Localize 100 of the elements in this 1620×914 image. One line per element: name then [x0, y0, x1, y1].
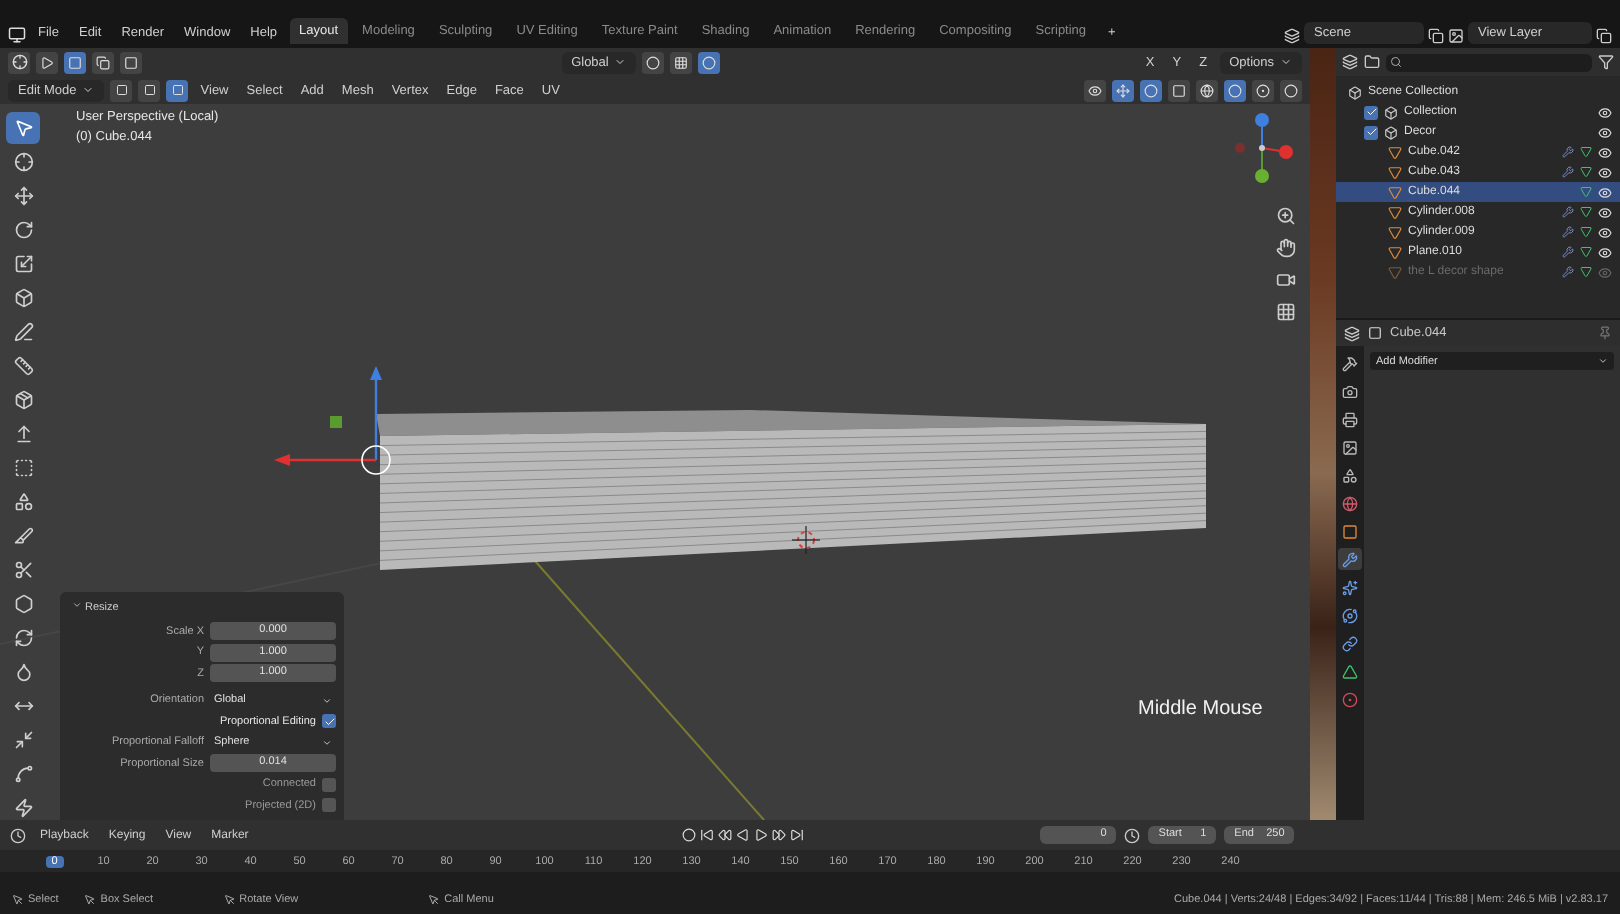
properties-tab[interactable] — [1338, 492, 1362, 514]
search-icon — [1390, 56, 1402, 68]
copy-icon[interactable] — [1428, 28, 1444, 44]
spin-icon — [13, 628, 33, 648]
caret-icon — [322, 695, 332, 705]
jump-end-icon[interactable] — [790, 828, 805, 842]
visibility-icon[interactable] — [1084, 79, 1106, 101]
next-key-icon[interactable] — [772, 828, 787, 842]
vertex-mode-icon[interactable] — [110, 79, 133, 101]
edge-mode-icon[interactable] — [138, 79, 161, 101]
checkbox[interactable] — [322, 798, 336, 812]
link-icon — [1342, 635, 1358, 651]
properties-tab[interactable] — [1338, 464, 1362, 486]
previous-key-icon[interactable] — [718, 828, 733, 842]
record-icon[interactable] — [682, 828, 697, 842]
scale-icon — [13, 254, 33, 274]
collection-icon — [1384, 125, 1398, 139]
select-mode-icon[interactable] — [64, 51, 86, 73]
play-icon[interactable] — [754, 828, 769, 842]
globe-icon — [1342, 495, 1358, 511]
cube-icon — [13, 390, 33, 410]
navigation-gizmo[interactable] — [1235, 113, 1293, 183]
sparkles-icon — [1342, 579, 1358, 595]
caret-icon — [322, 737, 332, 747]
copy-icon[interactable] — [1596, 28, 1612, 44]
snap-icon[interactable] — [670, 51, 693, 73]
3d-viewport[interactable] — [0, 104, 1310, 820]
pointer-icon — [13, 118, 33, 138]
properties-tab[interactable] — [1338, 352, 1362, 374]
wrench-icon — [1562, 226, 1574, 238]
z-axis-arrow — [370, 366, 382, 460]
pivot-circle[interactable] — [361, 445, 391, 475]
zoom-icon[interactable] — [1274, 204, 1298, 228]
plane-handle[interactable] — [330, 416, 342, 428]
properties-tab[interactable] — [1338, 576, 1362, 598]
properties-tab[interactable] — [1338, 548, 1362, 570]
material-shading-icon[interactable] — [1252, 79, 1274, 101]
cube-icon — [13, 288, 33, 308]
caret-icon — [614, 56, 627, 68]
crosshair-icon — [13, 152, 33, 172]
wrench-icon — [1562, 266, 1574, 278]
caret-icon — [1280, 56, 1292, 68]
caret-icon — [1598, 356, 1608, 366]
gizmo-icon[interactable] — [1112, 79, 1134, 101]
image-icon — [1342, 439, 1358, 455]
mouse-icon — [428, 893, 441, 905]
camera-icon — [1342, 383, 1358, 399]
search-field[interactable] — [1386, 53, 1592, 71]
play-reverse-icon[interactable] — [736, 828, 751, 842]
knife-icon — [13, 560, 33, 580]
checkbox[interactable] — [1364, 125, 1378, 139]
wrench-icon — [1342, 551, 1358, 567]
orbit-icon — [1342, 607, 1358, 623]
properties-tab[interactable] — [1338, 520, 1362, 542]
filter-icon[interactable] — [1598, 54, 1614, 70]
shapes-icon — [1342, 467, 1358, 483]
tool-button[interactable] — [6, 112, 40, 144]
properties-tab[interactable] — [1338, 408, 1362, 430]
wrench-icon — [1562, 146, 1574, 158]
pen-icon — [13, 322, 33, 342]
properties-tab[interactable] — [1338, 660, 1362, 682]
jump-start-icon[interactable] — [700, 828, 715, 842]
extrude-icon — [13, 424, 33, 444]
mouse-icon — [12, 893, 24, 905]
tool-icon — [1342, 355, 1358, 371]
properties-tab[interactable] — [1338, 380, 1362, 402]
move-arrows-icon — [13, 186, 33, 206]
shrink-icon — [13, 730, 33, 750]
wrench-icon — [1562, 166, 1574, 178]
slide-icon — [13, 696, 33, 716]
properties-tab[interactable] — [1338, 632, 1362, 654]
object-icon — [1368, 326, 1382, 340]
ruler-icon — [13, 356, 33, 376]
grid-icon[interactable] — [1274, 300, 1298, 324]
properties-tab[interactable] — [1338, 604, 1362, 626]
checkbox[interactable] — [322, 777, 336, 791]
camera-icon[interactable] — [1274, 268, 1298, 292]
collection-icon — [1384, 105, 1398, 119]
rotate-icon — [13, 220, 33, 240]
mouse-icon — [84, 893, 97, 905]
pin-icon[interactable] — [1598, 326, 1612, 340]
triangle-icon — [1342, 663, 1358, 679]
stopwatch-icon[interactable] — [1124, 827, 1141, 843]
face-mode-icon[interactable] — [166, 79, 189, 101]
wrench-icon — [1562, 246, 1574, 258]
key-overlay-text: Middle Mouse — [1138, 698, 1263, 720]
hand-icon[interactable] — [1274, 236, 1298, 260]
play-tool-icon[interactable] — [36, 51, 58, 73]
polygon-icon — [13, 594, 33, 614]
caret-icon — [72, 599, 82, 609]
caret-icon — [82, 84, 95, 96]
checkbox[interactable] — [1364, 105, 1378, 119]
square-icon — [1342, 523, 1358, 539]
printer-icon — [1342, 411, 1358, 427]
properties-tab[interactable] — [1338, 688, 1362, 710]
properties-tab[interactable] — [1338, 436, 1362, 458]
mouse-icon — [223, 893, 236, 905]
inset-square-icon — [13, 458, 33, 478]
view-layer-icon[interactable] — [1448, 28, 1464, 44]
checkbox[interactable] — [322, 714, 336, 728]
